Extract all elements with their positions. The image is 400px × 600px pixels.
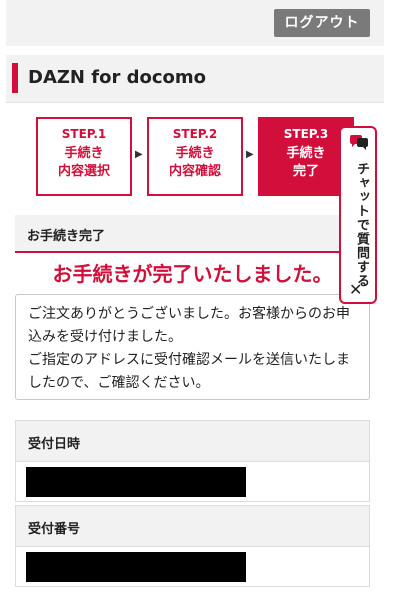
- top-bar: ログアウト: [6, 0, 384, 46]
- chat-label: チャットで質問する: [354, 162, 369, 288]
- step-1-label-line2: 内容選択: [57, 164, 110, 179]
- section-heading-bar: お手続き完了: [15, 215, 370, 253]
- notice-box: ご注文ありがとうございました。お客様からのお申込みを受け付けました。 ご指定のア…: [15, 294, 370, 400]
- step-2-label-line2: 内容確認: [168, 164, 221, 179]
- step-2: STEP.2 手続き 内容確認: [147, 117, 243, 196]
- page-title-bar: DAZN for docomo: [6, 55, 384, 103]
- section-heading: お手続き完了: [27, 229, 106, 244]
- close-icon[interactable]: ✕: [349, 280, 362, 299]
- title-accent-bar: [12, 63, 18, 93]
- reception-datetime-label: 受付日時: [28, 437, 81, 452]
- chat-widget[interactable]: チャットで質問する ✕: [339, 126, 377, 304]
- step-1-label-line1: 手続き: [64, 146, 104, 161]
- page-title: DAZN for docomo: [28, 67, 207, 88]
- step-1: STEP.1 手続き 内容選択: [36, 117, 132, 196]
- step-1-number: STEP.1: [61, 127, 107, 141]
- notice-text-2: ご指定のアドレスに受付確認メールを送信いたしましたので、ご確認ください。: [28, 352, 350, 391]
- reception-number-label: 受付番号: [28, 522, 81, 537]
- chat-bubble-icon: [350, 135, 368, 150]
- step-2-number: STEP.2: [172, 127, 218, 141]
- redacted-block: [26, 467, 246, 497]
- reception-datetime-label-row: 受付日時: [15, 420, 370, 462]
- completion-message: お手続きが完了いたしました。: [52, 262, 333, 286]
- redacted-block: [26, 552, 246, 582]
- reception-number-block: 受付番号: [15, 505, 370, 587]
- reception-datetime-block: 受付日時: [15, 420, 370, 502]
- step-arrow-icon: ▶: [135, 149, 143, 160]
- notice-text-1: ご注文ありがとうございました。お客様からのお申込みを受け付けました。: [28, 306, 350, 345]
- reception-number-value: [15, 547, 370, 587]
- step-2-label-line1: 手続き: [175, 146, 215, 161]
- reception-number-label-row: 受付番号: [15, 505, 370, 547]
- logout-button[interactable]: ログアウト: [274, 9, 370, 37]
- reception-datetime-value: [15, 462, 370, 502]
- step-arrow-icon: ▶: [246, 149, 254, 160]
